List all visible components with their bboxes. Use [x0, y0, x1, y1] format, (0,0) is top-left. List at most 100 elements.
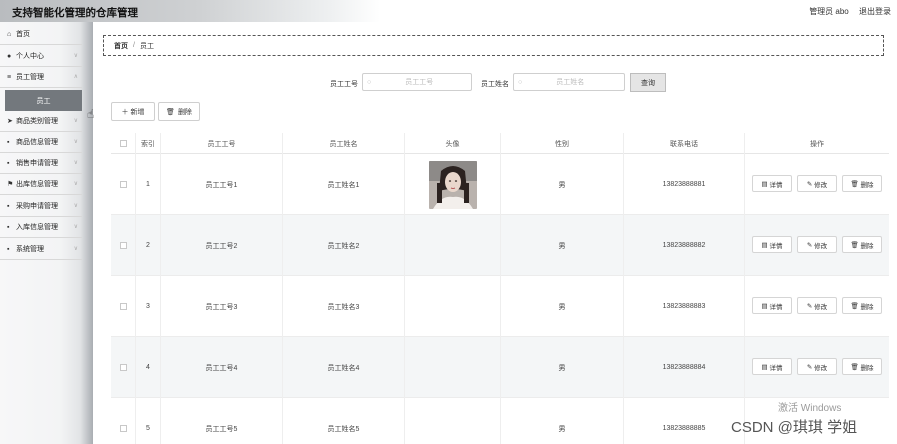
- detail-label: 详情: [769, 364, 783, 372]
- detail-label: 详情: [769, 181, 783, 189]
- cell-gender: 男: [501, 276, 624, 337]
- cell-operations: ▤ 详情 ✎ 修改 🗑 删除: [745, 154, 889, 215]
- th-operation: 操作: [810, 140, 824, 148]
- grid-icon: ▪: [7, 223, 10, 231]
- emp-name-placeholder: 员工姓名: [556, 79, 585, 86]
- cell-emp-no: 员工工号3: [161, 276, 283, 337]
- sidebar-item-label: 系统管理: [16, 246, 44, 253]
- sidebar-item-category-management[interactable]: ➤ 商品类别管理 ∨: [0, 111, 82, 132]
- edit-button[interactable]: ✎ 修改: [797, 236, 837, 253]
- emp-no-search-input[interactable]: ○ 员工工号: [362, 73, 472, 91]
- cell-operations: ▤ 详情 ✎ 修改 🗑 删除: [745, 276, 889, 337]
- th-emp-no: 员工工号: [161, 133, 283, 154]
- trash-icon: 🗑: [166, 108, 175, 116]
- delete-label: 删除: [860, 242, 874, 250]
- sidebar-item-label: 入库信息管理: [16, 224, 58, 231]
- th-index: 索引: [136, 133, 161, 154]
- detail-button[interactable]: ▤ 详情: [752, 297, 792, 314]
- cell-emp-name: 员工姓名5: [283, 398, 405, 444]
- select-all-checkbox[interactable]: [119, 140, 127, 147]
- edit-button[interactable]: ✎ 修改: [797, 358, 837, 375]
- row-checkbox[interactable]: [119, 364, 127, 371]
- detail-icon: ▤: [761, 241, 770, 249]
- detail-button[interactable]: ▤ 详情: [752, 358, 792, 375]
- edit-label: 修改: [814, 303, 828, 311]
- edit-button[interactable]: ✎ 修改: [797, 175, 837, 192]
- breadcrumb-home[interactable]: 首页: [114, 41, 128, 51]
- cell-phone: 13823888884: [624, 337, 745, 398]
- cell-avatar: [405, 154, 501, 215]
- employee-table: 索引 员工工号 员工姓名 头像 性别 联系电话 操作 1 员工工号1 员工姓名1: [111, 133, 889, 444]
- cell-phone: 13823888881: [624, 154, 745, 215]
- th-gender: 性别: [501, 133, 624, 154]
- row-checkbox-cell: [111, 398, 136, 444]
- sidebar-item-label: 采购申请管理: [16, 203, 58, 210]
- sidebar-item-label: 商品类别管理: [16, 118, 58, 125]
- sidebar-subitem-employee[interactable]: 员工: [5, 90, 82, 111]
- sidebar-item-purchase-request[interactable]: ▪ 采购申请管理 ∨: [0, 196, 82, 217]
- detail-label: 详情: [769, 303, 783, 311]
- user-icon: ●: [7, 52, 12, 60]
- cell-gender: 男: [501, 215, 624, 276]
- home-icon: ⌂: [7, 30, 12, 38]
- activate-windows-watermark: 激活 Windows: [778, 403, 842, 414]
- delete-button[interactable]: 🗑 删除: [842, 175, 882, 192]
- sidebar-item-system-management[interactable]: ▪ 系统管理 ∨: [0, 239, 82, 260]
- grid-icon: ▪: [7, 245, 10, 253]
- delete-label: 删除: [860, 303, 874, 311]
- search-icon: ○: [367, 78, 372, 86]
- search-icon: ○: [518, 78, 523, 86]
- flag-icon: ⚑: [7, 181, 14, 188]
- emp-name-search-input[interactable]: ○ 员工姓名: [513, 73, 625, 91]
- sidebar: ⌂ 首页 ● 个人中心 ∨ ≡ 员工管理 ∧ 员工 ➤ 商品类别管理 ∨ ▪ 商…: [0, 22, 93, 444]
- delete-label: 删除: [860, 181, 874, 189]
- delete-button[interactable]: 🗑 删除: [842, 297, 882, 314]
- sidebar-item-personal-center[interactable]: ● 个人中心 ∨: [0, 46, 82, 67]
- sidebar-item-product-info[interactable]: ▪ 商品信息管理 ∨: [0, 132, 82, 153]
- row-checkbox[interactable]: [119, 242, 127, 249]
- cell-avatar: [405, 276, 501, 337]
- detail-label: 详情: [769, 242, 783, 250]
- hand-cursor-icon: ☝: [87, 107, 95, 121]
- delete-button[interactable]: 🗑 删除: [842, 358, 882, 375]
- detail-icon: ▤: [761, 302, 770, 310]
- grid-icon: ▪: [7, 159, 10, 167]
- row-checkbox-cell: [111, 215, 136, 276]
- breadcrumb-separator: /: [133, 42, 135, 49]
- sidebar-item-outbound-info[interactable]: ⚑ 出库信息管理 ∨: [0, 174, 82, 195]
- cell-index: 2: [136, 215, 161, 276]
- cell-avatar: [405, 398, 501, 444]
- detail-button[interactable]: ▤ 详情: [752, 175, 792, 192]
- row-checkbox[interactable]: [119, 303, 127, 310]
- trash-icon: 🗑: [850, 363, 861, 371]
- sidebar-item-sales-request[interactable]: ▪ 销售申请管理 ∨: [0, 153, 82, 174]
- csdn-watermark: CSDN @琪琪 学姐: [731, 419, 858, 436]
- row-checkbox[interactable]: [119, 425, 127, 432]
- sidebar-item-inbound-info[interactable]: ▪ 入库信息管理 ∨: [0, 217, 82, 238]
- sidebar-item-label: 商品信息管理: [16, 139, 58, 146]
- grid-icon: ▪: [7, 202, 10, 210]
- breadcrumb: 首页 / 员工: [103, 35, 884, 56]
- detail-button[interactable]: ▤ 详情: [752, 236, 792, 253]
- row-checkbox[interactable]: [119, 181, 127, 188]
- sidebar-item-home[interactable]: ⌂ 首页: [0, 24, 82, 45]
- th-phone: 联系电话: [624, 133, 745, 154]
- table-row: 3 员工工号3 员工姓名3 男 13823888883 ▤ 详情 ✎ 修改 🗑 …: [111, 276, 889, 337]
- cell-emp-no: 员工工号4: [161, 337, 283, 398]
- table-row: 4 员工工号4 员工姓名4 男 13823888884 ▤ 详情 ✎ 修改 🗑 …: [111, 337, 889, 398]
- trash-icon: 🗑: [850, 241, 861, 249]
- chevron-down-icon: ∨: [73, 224, 78, 230]
- delete-button[interactable]: 🗑 删除: [842, 236, 882, 253]
- query-button[interactable]: 查询: [630, 73, 666, 92]
- logout-link[interactable]: 退出登录: [859, 7, 891, 16]
- edit-icon: ✎: [806, 302, 815, 310]
- chevron-down-icon: ∨: [73, 181, 78, 187]
- cell-phone: 13823888882: [624, 215, 745, 276]
- cell-index: 5: [136, 398, 161, 444]
- add-button[interactable]: ＋ 新增: [111, 102, 155, 121]
- sidebar-item-label: 出库信息管理: [16, 181, 58, 188]
- batch-delete-button[interactable]: 🗑 删除: [158, 102, 200, 121]
- sidebar-item-employee-management[interactable]: ≡ 员工管理 ∧: [0, 67, 82, 88]
- edit-button[interactable]: ✎ 修改: [797, 297, 837, 314]
- edit-label: 修改: [814, 181, 828, 189]
